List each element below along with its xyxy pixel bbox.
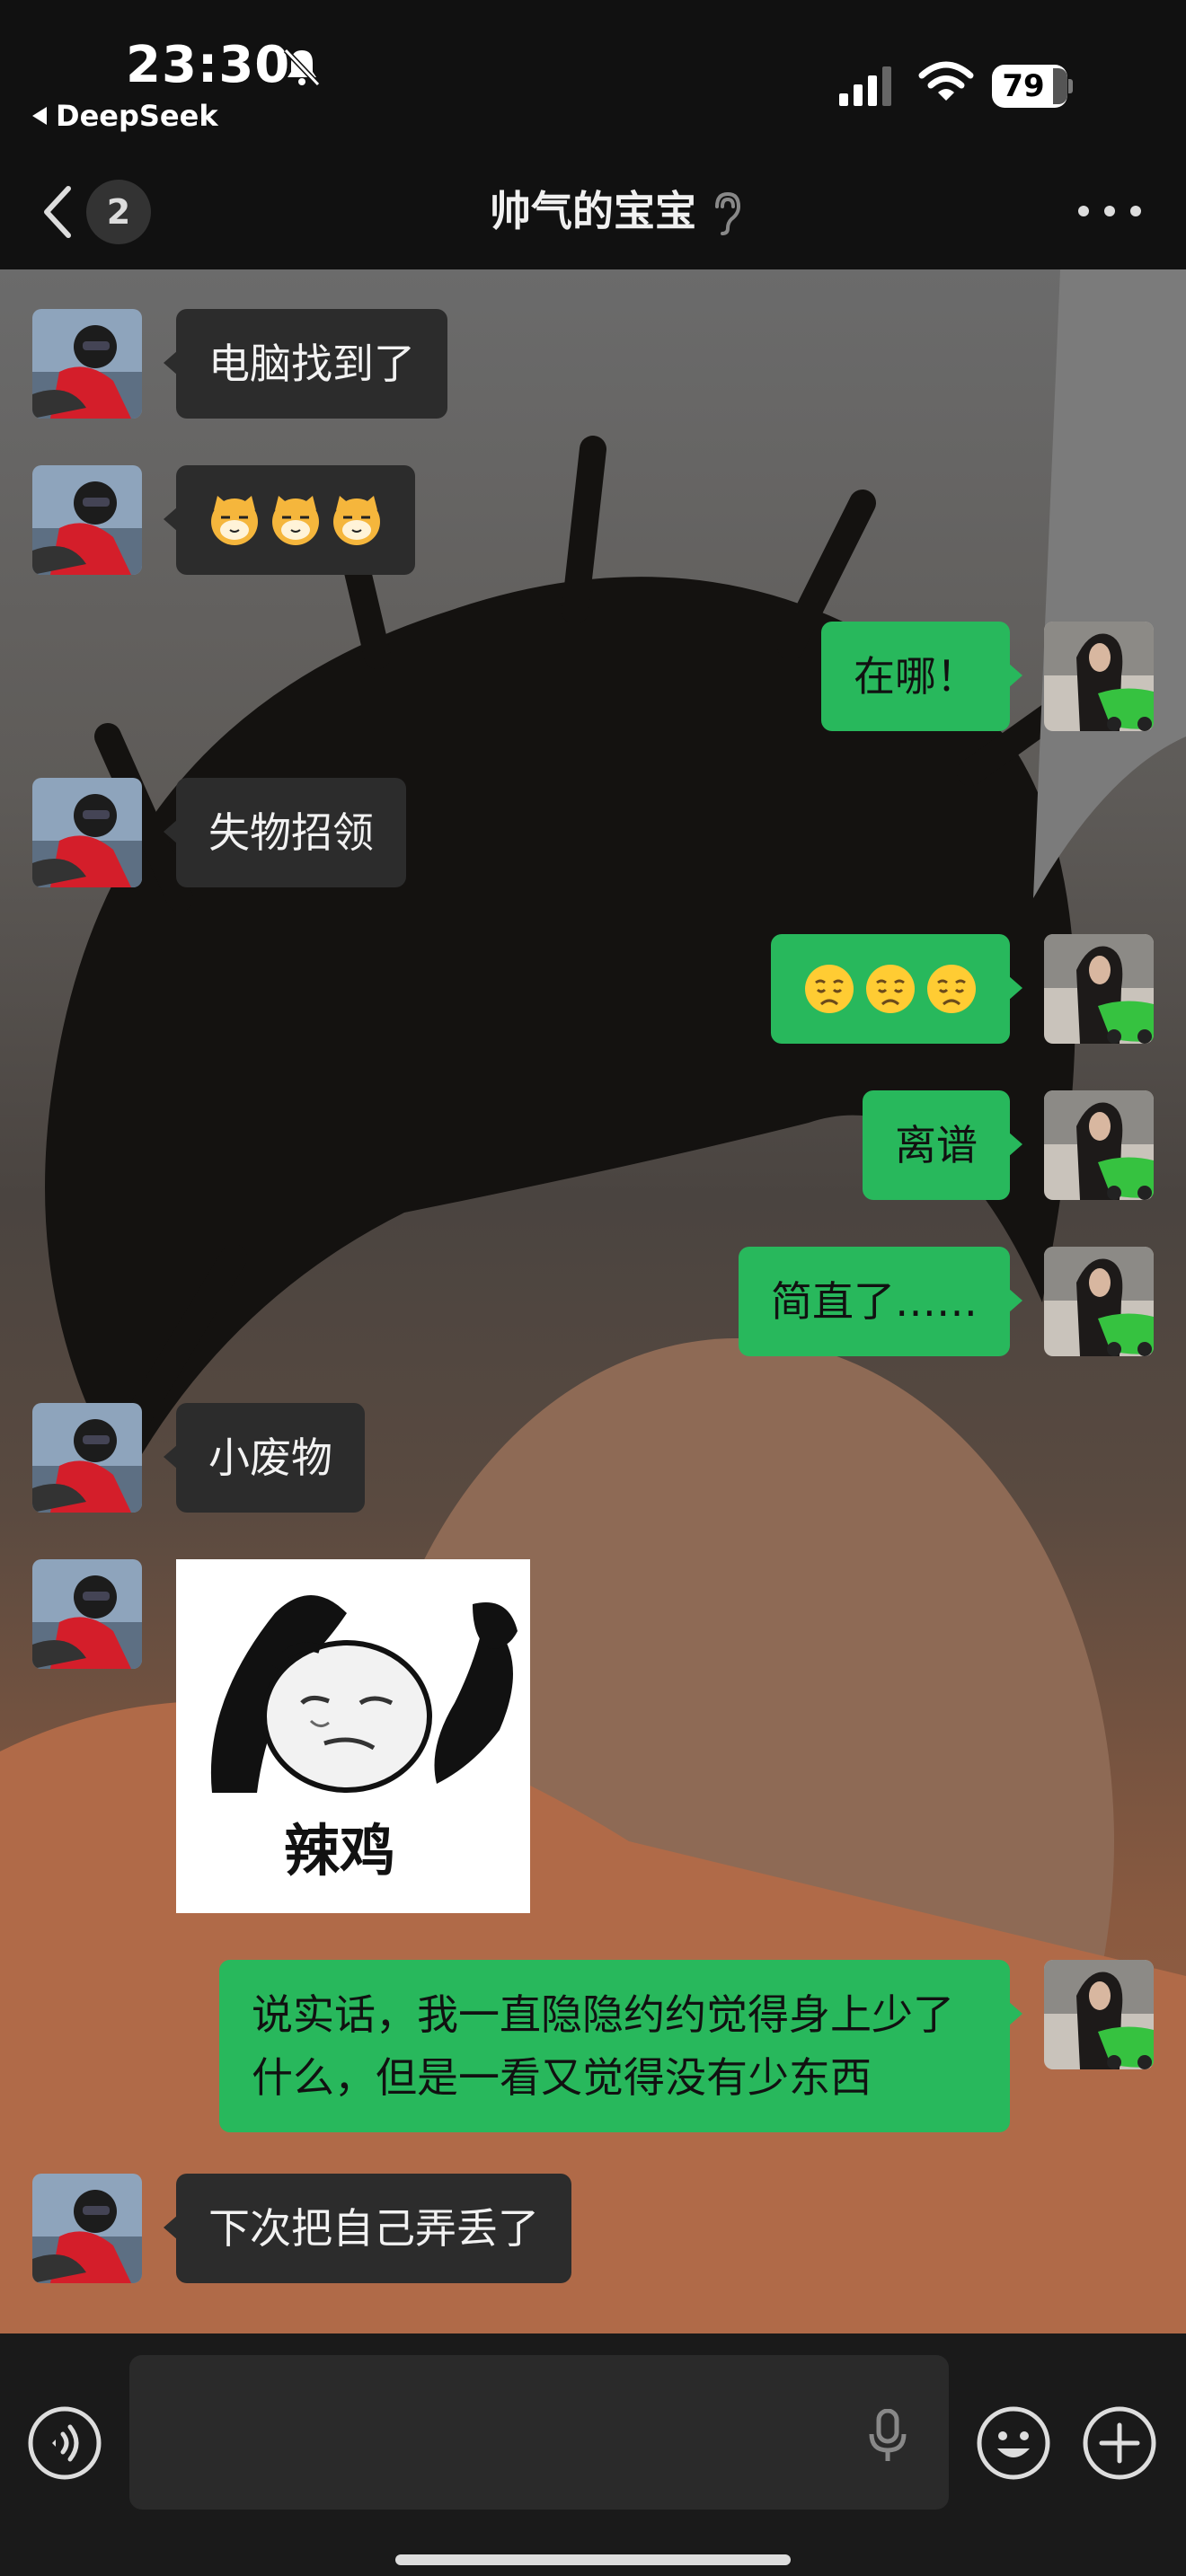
back-app-label: DeepSeek <box>56 99 218 133</box>
unread-count-badge[interactable]: 2 <box>86 180 151 244</box>
status-bar: 23:30 DeepSeek 79 <box>0 0 1186 153</box>
back-to-app-link[interactable]: DeepSeek <box>32 99 218 133</box>
avatar[interactable] <box>32 1559 142 1669</box>
message-bubble[interactable]: 说实话，我一直隐隐约约觉得身上少了什么，但是一看又觉得没有少东西 <box>219 1960 1022 2132</box>
emoji-icon[interactable] <box>976 2405 1051 2481</box>
disappointed-face-emoji-icon <box>864 963 916 1015</box>
avatar[interactable] <box>1044 1247 1154 1356</box>
chevron-left-icon[interactable] <box>40 185 75 239</box>
avatar[interactable] <box>32 309 142 419</box>
home-indicator[interactable] <box>395 2554 791 2565</box>
disappointed-face-emoji-icon <box>925 963 978 1015</box>
avatar[interactable] <box>1044 622 1154 731</box>
input-bar <box>0 2333 1186 2576</box>
message-bubble[interactable]: 简直了…… <box>739 1247 1022 1356</box>
cat-face-emoji-icon <box>332 494 382 546</box>
message-bubble[interactable]: 在哪！ <box>821 622 1022 731</box>
message-bubble[interactable]: 小废物 <box>164 1403 365 1513</box>
voice-icon[interactable] <box>27 2405 102 2481</box>
disappointed-face-emoji-icon <box>803 963 855 1015</box>
panda-sticker[interactable]: 辣鸡 <box>176 1559 530 1913</box>
sticker-caption: 辣鸡 <box>284 1818 395 1883</box>
avatar[interactable] <box>32 778 142 887</box>
signal-icon <box>839 66 891 106</box>
message-bubble[interactable] <box>771 934 1022 1044</box>
avatar[interactable] <box>32 2174 142 2283</box>
message-bubble[interactable]: 电脑找到了 <box>164 309 447 419</box>
clock: 23:30 <box>126 36 291 94</box>
cat-face-emoji-icon <box>270 494 321 546</box>
avatar[interactable] <box>1044 1090 1154 1200</box>
wifi-icon <box>918 61 974 101</box>
message-bubble[interactable]: 离谱 <box>863 1090 1022 1200</box>
mute-bell-icon <box>283 48 321 87</box>
mic-icon[interactable] <box>868 2409 907 2463</box>
battery-level: 79 <box>1002 68 1045 104</box>
message-bubble[interactable]: 下次把自己弄丢了 <box>164 2174 571 2283</box>
chat-title: 帅气的宝宝 <box>490 187 696 235</box>
message-bubble[interactable]: 失物招领 <box>164 778 406 887</box>
avatar[interactable] <box>32 1403 142 1513</box>
ellipsis-icon <box>1078 206 1089 216</box>
avatar[interactable] <box>32 465 142 575</box>
avatar[interactable] <box>1044 934 1154 1044</box>
avatar[interactable] <box>1044 1960 1154 2069</box>
message-input[interactable] <box>129 2355 949 2510</box>
more-options-button[interactable] <box>1078 198 1141 225</box>
chat-header: 帅气的宝宝 2 <box>0 153 1186 269</box>
ear-icon <box>715 191 741 235</box>
message-bubble[interactable] <box>164 465 415 575</box>
plus-icon[interactable] <box>1082 2405 1157 2481</box>
cat-face-emoji-icon <box>209 494 260 546</box>
back-triangle-icon <box>32 107 47 125</box>
battery-icon: 79 <box>992 65 1073 108</box>
